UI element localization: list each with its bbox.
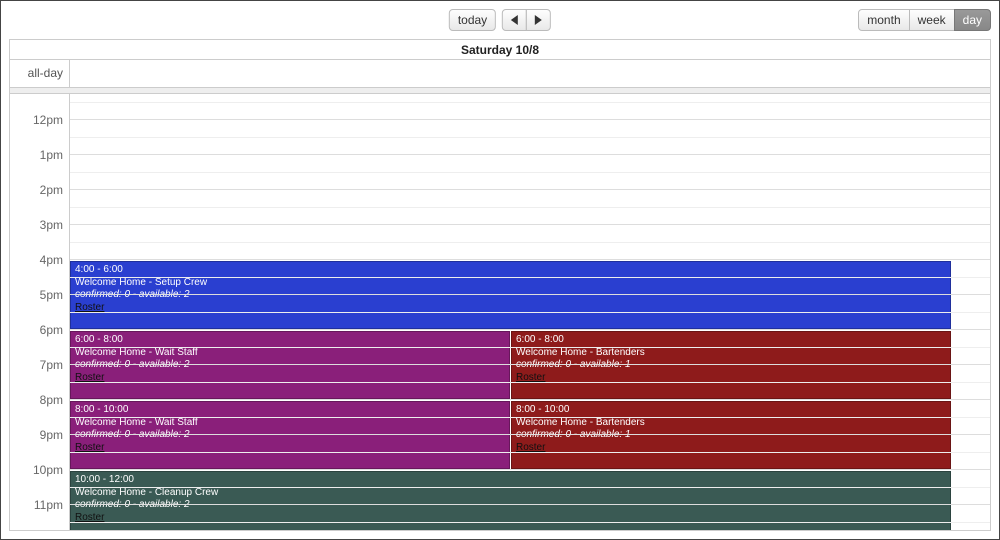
time-label: 11pm	[34, 498, 63, 512]
half-hour-line	[70, 137, 990, 138]
allday-cell[interactable]	[70, 60, 990, 87]
allday-label: all-day	[10, 60, 70, 87]
today-button[interactable]: today	[449, 9, 496, 31]
time-axis: 12pm 1pm 2pm 3pm 4pm 5pm 6pm 7pm 8pm 9pm 10pm 11pm	[10, 94, 70, 530]
time-label: 7pm	[40, 358, 63, 372]
half-hour-line	[70, 102, 990, 103]
chevron-left-icon	[511, 15, 518, 25]
time-label: 10pm	[33, 463, 63, 477]
view-month-button[interactable]: month	[858, 9, 909, 31]
half-hour-line	[70, 242, 990, 243]
time-label: 6pm	[40, 323, 63, 337]
half-hour-line	[70, 312, 990, 313]
hour-row[interactable]	[70, 260, 990, 295]
prev-button[interactable]	[502, 9, 527, 31]
half-hour-line	[70, 347, 990, 348]
time-label: 2pm	[40, 183, 63, 197]
allday-row: all-day	[10, 60, 990, 88]
half-hour-line	[70, 487, 990, 488]
time-label: 8pm	[40, 393, 63, 407]
calendar-toolbar: today month week day	[1, 1, 999, 35]
hour-row[interactable]	[70, 470, 990, 505]
time-label: 3pm	[40, 218, 63, 232]
time-label: 5pm	[40, 288, 63, 302]
hour-row[interactable]	[70, 330, 990, 365]
date-header: Saturday 10/8	[10, 40, 990, 60]
toolbar-center-group: today	[449, 9, 551, 31]
hour-row[interactable]	[70, 400, 990, 435]
view-day-button[interactable]: day	[954, 9, 991, 31]
hour-row[interactable]	[70, 505, 990, 530]
time-label: 12pm	[33, 113, 63, 127]
hour-row[interactable]	[70, 295, 990, 330]
chevron-right-icon	[535, 15, 542, 25]
hour-row[interactable]	[70, 435, 990, 470]
time-label: 4pm	[40, 253, 63, 267]
slot-column[interactable]: 4:00 - 6:00Welcome Home - Setup Crewconf…	[70, 94, 990, 530]
calendar-container: Saturday 10/8 all-day 12pm 1pm 2pm 3pm 4pm 5p…	[9, 39, 991, 531]
time-label: 9pm	[40, 428, 63, 442]
half-hour-line	[70, 382, 990, 383]
hour-row[interactable]	[70, 225, 990, 260]
half-hour-line	[70, 277, 990, 278]
view-week-button[interactable]: week	[909, 9, 955, 31]
hour-row[interactable]	[70, 155, 990, 190]
next-button[interactable]	[526, 9, 551, 31]
time-label: 1pm	[40, 148, 63, 162]
half-hour-line	[70, 172, 990, 173]
half-hour-line	[70, 207, 990, 208]
half-hour-line	[70, 417, 990, 418]
hour-row[interactable]	[70, 365, 990, 400]
nav-arrow-group	[502, 9, 551, 31]
view-switch-group: month week day	[858, 9, 991, 31]
app-frame: today month week day Saturday 10/8 all-d…	[0, 0, 1000, 540]
half-hour-line	[70, 522, 990, 523]
hour-row[interactable]	[70, 120, 990, 155]
half-hour-line	[70, 452, 990, 453]
time-grid: 12pm1pm2pm3pm4pm5pm6pm7pm8pm9pm10pm11pm …	[10, 94, 990, 530]
hour-row[interactable]	[70, 94, 990, 120]
hour-row[interactable]	[70, 190, 990, 225]
